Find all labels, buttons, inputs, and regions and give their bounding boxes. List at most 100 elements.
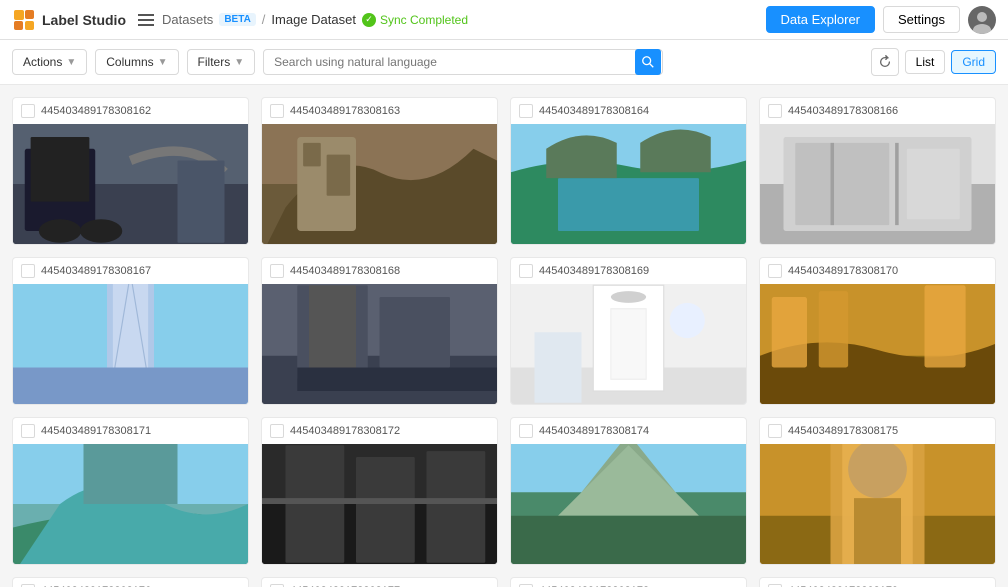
grid-item[interactable]: 445403489178308179 bbox=[759, 577, 996, 587]
grid-item-checkbox[interactable] bbox=[21, 264, 35, 278]
grid-item-checkbox[interactable] bbox=[519, 424, 533, 438]
avatar[interactable] bbox=[968, 6, 996, 34]
grid-item-id: 445403489178308162 bbox=[41, 105, 151, 117]
grid-item[interactable]: 445403489178308166 bbox=[759, 97, 996, 245]
grid-item[interactable]: 445403489178308171 bbox=[12, 417, 249, 565]
grid-item-image bbox=[262, 444, 497, 564]
grid-item-image bbox=[13, 444, 248, 564]
grid-item-image bbox=[13, 124, 248, 244]
refresh-button[interactable] bbox=[871, 48, 899, 76]
grid-item[interactable]: 445403489178308163 bbox=[261, 97, 498, 245]
grid-item-header: 445403489178308162 bbox=[13, 98, 248, 124]
grid-item-image bbox=[511, 284, 746, 404]
search-button[interactable] bbox=[635, 49, 661, 75]
grid-item-header: 445403489178308177 bbox=[262, 578, 497, 587]
grid-item-id: 445403489178308163 bbox=[290, 105, 400, 117]
logo-icon bbox=[12, 8, 36, 32]
grid-item-id: 445403489178308171 bbox=[41, 425, 151, 437]
grid-item[interactable]: 445403489178308167 bbox=[12, 257, 249, 405]
grid-item-checkbox[interactable] bbox=[768, 104, 782, 118]
breadcrumb-separator: / bbox=[262, 12, 266, 27]
toolbar-right: List Grid bbox=[871, 48, 996, 76]
grid-item-id: 445403489178308170 bbox=[788, 265, 898, 277]
filters-chevron-icon: ▼ bbox=[234, 57, 244, 68]
grid-item[interactable]: 445403489178308177 bbox=[261, 577, 498, 587]
grid-item-id: 445403489178308168 bbox=[290, 265, 400, 277]
grid-item-image bbox=[511, 124, 746, 244]
breadcrumb: Datasets BETA / Image Dataset ✓ Sync Com… bbox=[162, 12, 468, 27]
grid-item[interactable]: 445403489178308172 bbox=[261, 417, 498, 565]
beta-badge: BETA bbox=[219, 13, 255, 26]
logo-text: Label Studio bbox=[42, 12, 126, 28]
grid-item-header: 445403489178308163 bbox=[262, 98, 497, 124]
grid-item-id: 445403489178308174 bbox=[539, 425, 649, 437]
grid-item-id: 445403489178308169 bbox=[539, 265, 649, 277]
grid-item-header: 445403489178308168 bbox=[262, 258, 497, 284]
grid-item-id: 445403489178308166 bbox=[788, 105, 898, 117]
settings-button[interactable]: Settings bbox=[883, 6, 960, 33]
grid-item-image bbox=[262, 124, 497, 244]
list-view-button[interactable]: List bbox=[905, 50, 946, 74]
grid-item-checkbox[interactable] bbox=[270, 264, 284, 278]
sync-status: ✓ Sync Completed bbox=[362, 13, 468, 27]
grid-item[interactable]: 445403489178308174 bbox=[510, 417, 747, 565]
grid-item-checkbox[interactable] bbox=[270, 424, 284, 438]
grid-item-header: 445403489178308166 bbox=[760, 98, 995, 124]
search-input[interactable] bbox=[263, 49, 663, 75]
grid-view-button[interactable]: Grid bbox=[951, 50, 996, 74]
sync-icon: ✓ bbox=[362, 13, 376, 27]
grid-item-checkbox[interactable] bbox=[519, 264, 533, 278]
columns-button[interactable]: Columns ▼ bbox=[95, 49, 178, 75]
grid-item-image bbox=[760, 124, 995, 244]
grid-item-header: 445403489178308179 bbox=[760, 578, 995, 587]
breadcrumb-datasets[interactable]: Datasets bbox=[162, 12, 213, 27]
menu-icon[interactable] bbox=[138, 14, 154, 26]
grid-item-header: 445403489178308164 bbox=[511, 98, 746, 124]
grid-item-image bbox=[511, 444, 746, 564]
content-area: 445403489178308162 445403489178308163 44… bbox=[0, 85, 1008, 587]
grid-item-header: 445403489178308170 bbox=[760, 258, 995, 284]
data-explorer-button[interactable]: Data Explorer bbox=[766, 6, 875, 33]
grid-item[interactable]: 445403489178308169 bbox=[510, 257, 747, 405]
grid-item[interactable]: 445403489178308164 bbox=[510, 97, 747, 245]
grid-item-checkbox[interactable] bbox=[21, 424, 35, 438]
grid-item-id: 445403489178308164 bbox=[539, 105, 649, 117]
header: Label Studio Datasets BETA / Image Datas… bbox=[0, 0, 1008, 40]
grid-item-header: 445403489178308174 bbox=[511, 418, 746, 444]
grid-item[interactable]: 445403489178308175 bbox=[759, 417, 996, 565]
actions-button[interactable]: Actions ▼ bbox=[12, 49, 87, 75]
grid-item[interactable]: 445403489178308168 bbox=[261, 257, 498, 405]
grid-item-header: 445403489178308171 bbox=[13, 418, 248, 444]
columns-chevron-icon: ▼ bbox=[158, 57, 168, 68]
grid-item-checkbox[interactable] bbox=[519, 104, 533, 118]
grid-item-id: 445403489178308175 bbox=[788, 425, 898, 437]
grid-item[interactable]: 445403489178308178 bbox=[510, 577, 747, 587]
grid-item-header: 445403489178308175 bbox=[760, 418, 995, 444]
grid-item-image bbox=[13, 284, 248, 404]
grid-item-id: 445403489178308172 bbox=[290, 425, 400, 437]
logo-area: Label Studio bbox=[12, 8, 126, 32]
grid-container: 445403489178308162 445403489178308163 44… bbox=[0, 85, 1008, 587]
breadcrumb-current: Image Dataset bbox=[271, 12, 356, 27]
grid-item[interactable]: 445403489178308176 bbox=[12, 577, 249, 587]
grid-item-header: 445403489178308176 bbox=[13, 578, 248, 587]
grid-item-id: 445403489178308167 bbox=[41, 265, 151, 277]
grid-item-header: 445403489178308178 bbox=[511, 578, 746, 587]
header-right: Data Explorer Settings bbox=[766, 6, 996, 34]
grid-item-checkbox[interactable] bbox=[768, 424, 782, 438]
toolbar: Actions ▼ Columns ▼ Filters ▼ List Grid bbox=[0, 40, 1008, 85]
grid-item[interactable]: 445403489178308170 bbox=[759, 257, 996, 405]
sync-label: Sync Completed bbox=[380, 13, 468, 27]
actions-chevron-icon: ▼ bbox=[66, 57, 76, 68]
grid-item-header: 445403489178308172 bbox=[262, 418, 497, 444]
filters-button[interactable]: Filters ▼ bbox=[187, 49, 256, 75]
grid-item-image bbox=[262, 284, 497, 404]
grid-item-checkbox[interactable] bbox=[768, 264, 782, 278]
grid-item-header: 445403489178308167 bbox=[13, 258, 248, 284]
grid-item-image bbox=[760, 444, 995, 564]
grid-item-image bbox=[760, 284, 995, 404]
grid-item-checkbox[interactable] bbox=[21, 104, 35, 118]
grid-item-header: 445403489178308169 bbox=[511, 258, 746, 284]
grid-item-checkbox[interactable] bbox=[270, 104, 284, 118]
grid-item[interactable]: 445403489178308162 bbox=[12, 97, 249, 245]
